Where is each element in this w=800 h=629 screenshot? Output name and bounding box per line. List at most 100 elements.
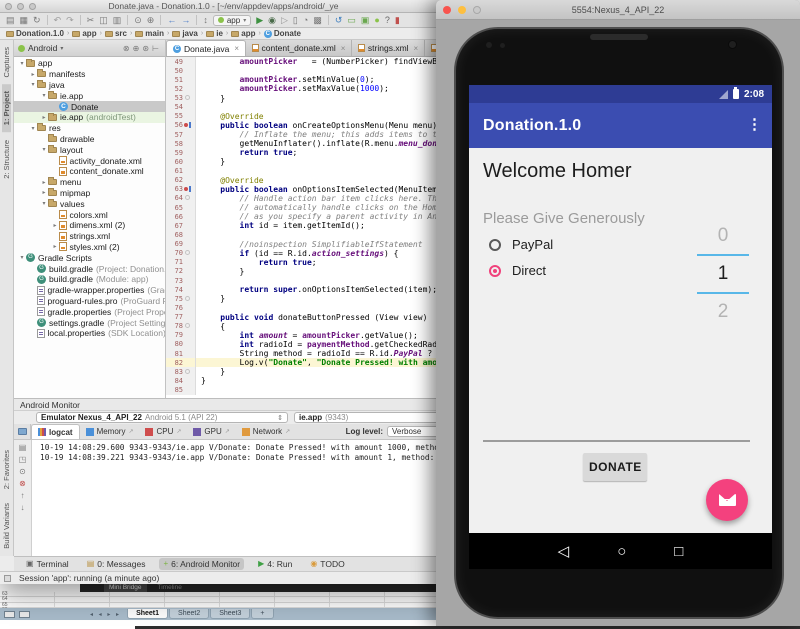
stop-icon[interactable]: ▮ [395,16,400,25]
device-monitor-icon[interactable]: ▯ [293,16,298,25]
find-icon[interactable]: ⊙ [134,16,142,25]
tree-item[interactable]: ▾ie.app [14,90,165,101]
home-icon[interactable]: ○ [617,544,626,559]
override-marker-icon[interactable] [184,123,188,127]
picker-value[interactable]: 2 [697,294,749,330]
sheet-tab--[interactable]: + [251,609,273,619]
expand-collapse-icon[interactable]: ↕ [203,16,208,25]
run-config-selector[interactable]: app▾ [213,15,251,26]
tree-item[interactable]: ▾values [14,198,165,209]
tree-item[interactable]: colors.xml [14,209,165,220]
sheet-tab-sheet2[interactable]: Sheet2 [169,609,209,619]
profiler-icon[interactable]: ◔ [303,16,308,25]
strip-item-2-favorites[interactable]: 2: Favorites [2,443,11,496]
tree-item[interactable]: ▸mipmap [14,188,165,199]
sheet-tab-sheet1[interactable]: Sheet1 [127,609,168,619]
tree-item[interactable]: strings.xml [14,231,165,242]
project-view-selector[interactable]: Android [28,43,57,53]
tree-arrow-icon[interactable]: ▾ [40,146,48,153]
tree-item[interactable]: proguard-rules.pro(ProGuard Rules for ap… [14,296,165,307]
tree-item[interactable]: ▸dimens.xml (2) [14,220,165,231]
tree-item[interactable]: content_donate.xml [14,166,165,177]
picker-value[interactable]: 1 [697,256,749,292]
tree-item[interactable]: activity_donate.xml [14,155,165,166]
tree-item[interactable]: drawable [14,134,165,145]
tree-arrow-icon[interactable]: ▾ [18,254,26,261]
tree-item[interactable]: ▸styles.xml (2) [14,242,165,253]
strip-item-captures[interactable]: Captures [2,40,11,84]
paste-icon[interactable]: ▥ [113,16,122,25]
expand-icon[interactable]: ⊕ [133,44,143,53]
gradle-sync-icon[interactable]: ↺ [335,16,343,25]
tree-arrow-icon[interactable]: ▸ [40,189,48,196]
breadcrumb-item[interactable]: ie [206,29,223,38]
process-selector[interactable]: ie.app (9343) [294,412,447,423]
sdk-manager-icon[interactable]: ▣ [361,16,370,25]
settings-icon[interactable]: ⊛ [142,44,152,53]
avd-manager-icon[interactable]: ▭ [347,16,356,25]
sync-icon[interactable]: ↻ [33,16,41,25]
android-device-icon[interactable]: ● [374,16,379,25]
tree-item[interactable]: ▾Gradle Scripts [14,252,165,263]
tree-arrow-icon[interactable]: ▾ [29,81,37,88]
monitor-tab-memory[interactable]: Memory↗ [80,424,140,439]
strip-item-build-variants[interactable]: Build Variants [2,496,11,556]
logcat-output[interactable]: 10-19 14:08:29.600 9343-9343/ie.app V/Do… [32,440,447,556]
help-icon[interactable]: ? [385,16,390,25]
close-icon[interactable]: × [234,44,239,53]
breadcrumb-item[interactable]: app [72,29,96,38]
undo-icon[interactable]: ↶ [54,16,62,25]
scroll-up-icon[interactable]: ↑ [21,492,25,500]
save-all-icon[interactable]: ▦ [20,16,29,25]
sheet-nav-buttons[interactable]: ◂ ◂ ▸ ▸ [90,611,121,618]
monitor-tab-logcat[interactable]: logcat [31,424,80,439]
device-selector[interactable]: Emulator Nexus_4_API_22 Android 5.1 (API… [36,412,288,423]
editor-tab-content_donate-xml[interactable]: content_donate.xml× [246,40,352,56]
replace-icon[interactable]: ⊕ [147,16,155,25]
tree-item[interactable]: ▾res [14,123,165,134]
tree-item[interactable]: ▾layout [14,144,165,155]
override-marker-icon[interactable] [184,187,188,191]
open-project-icon[interactable]: ▤ [6,16,15,25]
tree-arrow-icon[interactable]: ▾ [29,125,37,132]
run-icon[interactable]: ▶ [256,16,263,25]
debug-icon[interactable]: ◉ [268,16,276,25]
monitor-tab-network[interactable]: Network↗ [236,424,296,439]
tree-item[interactable]: local.properties(SDK Location) [14,328,165,339]
toolwindow-6-android-monitor[interactable]: +6: Android Monitor [159,558,244,570]
mini-bridge-tab[interactable]: Mini Bridge [104,583,147,592]
tree-item[interactable]: gradle.properties(Project Properties) [14,306,165,317]
radio-button-icon[interactable] [489,239,501,251]
strip-item-1-project[interactable]: 1: Project [2,84,11,132]
recents-icon[interactable]: □ [674,544,683,559]
overflow-menu-icon[interactable]: ⋮ [747,115,762,133]
toolwindow-4-run[interactable]: ▶4: Run [254,558,296,570]
copy-icon[interactable]: ◫ [99,16,108,25]
redo-icon[interactable]: ↷ [66,16,74,25]
attach-debugger-icon[interactable]: ▷ [281,16,288,25]
tree-item[interactable]: Donate [14,101,165,112]
tree-arrow-icon[interactable]: ▸ [40,114,48,121]
tree-arrow-icon[interactable]: ▾ [18,60,26,67]
filter-config-icon[interactable]: ⊙ [19,468,26,476]
forward-icon[interactable]: → [181,16,190,25]
tree-item[interactable]: gradle-wrapper.properties(Gradle Version… [14,285,165,296]
tree-item[interactable]: build.gradle(Module: app) [14,274,165,285]
capture-icon[interactable]: ▩ [313,16,322,25]
picker-value[interactable]: 0 [697,218,749,254]
tree-item[interactable]: ▸ie.app(androidTest) [14,112,165,123]
toolwindow-quick-access-icon[interactable] [4,575,11,582]
code-editor[interactable]: 49 amountPicker = (NumberPicker) findVie… [166,57,447,398]
tree-item[interactable]: ▸menu [14,177,165,188]
tree-item[interactable]: ▾java [14,80,165,91]
breadcrumb-item[interactable]: Donation.1.0 [6,29,64,38]
breadcrumb-item[interactable]: src [105,29,127,38]
stop-icon[interactable]: ⊗ [19,480,26,488]
filter-icon[interactable]: ⊗ [123,44,133,53]
breadcrumb-item[interactable]: app [231,29,255,38]
tree-arrow-icon[interactable]: ▸ [29,71,37,78]
timeline-tab[interactable]: Timeline [153,583,187,592]
radio-button-icon[interactable] [489,265,501,277]
editor-tab-donate-java[interactable]: CDonate.java× [166,40,246,56]
editor-tab-strings-xml[interactable]: strings.xml× [352,40,425,56]
